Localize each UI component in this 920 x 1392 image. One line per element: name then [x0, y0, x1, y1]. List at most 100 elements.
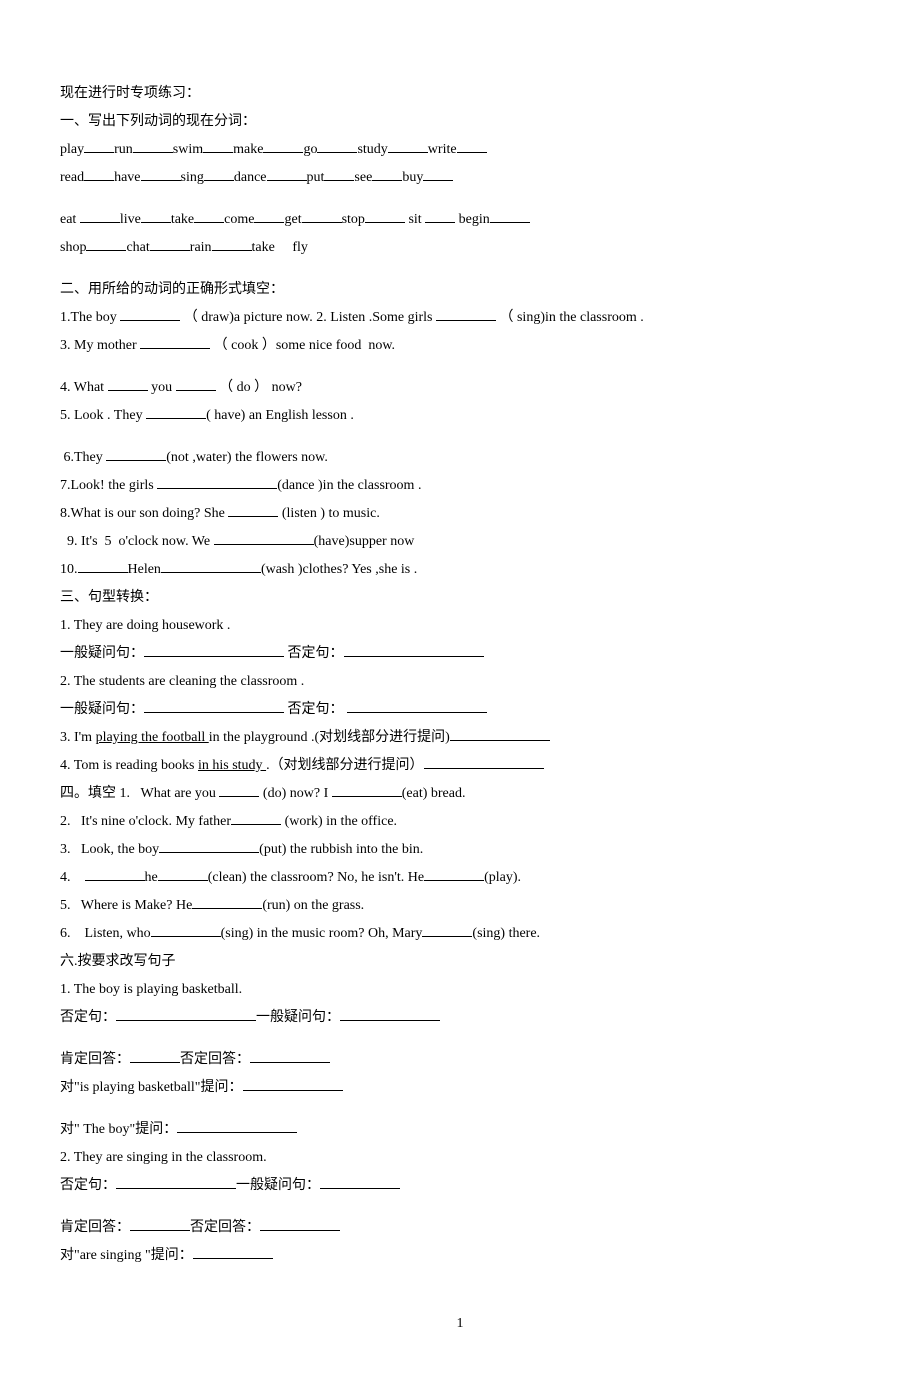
fill-blank[interactable]	[150, 237, 190, 251]
fill-blank[interactable]	[219, 783, 259, 797]
label-yiban: 一般疑问句：	[60, 646, 144, 661]
fill-blank[interactable]	[436, 307, 496, 321]
doc-title: 现在进行时专项练习：	[60, 80, 860, 108]
text: 4.	[60, 870, 85, 885]
fill-blank[interactable]	[158, 867, 208, 881]
q2-9: 9. It's 5 o'clock now. We (have)supper n…	[60, 528, 860, 556]
fill-blank[interactable]	[176, 377, 216, 391]
word: chat	[126, 240, 149, 255]
text: (not ,water) the flowers now.	[166, 450, 328, 465]
text: (dance )in the classroom .	[277, 478, 421, 493]
fill-blank[interactable]	[85, 867, 145, 881]
fill-blank[interactable]	[324, 167, 354, 181]
fill-blank[interactable]	[146, 405, 206, 419]
word: swim	[173, 142, 203, 157]
fill-blank[interactable]	[193, 1245, 273, 1259]
fill-blank[interactable]	[372, 167, 402, 181]
fill-blank[interactable]	[157, 475, 277, 489]
fill-blank[interactable]	[260, 1217, 340, 1231]
fill-blank[interactable]	[254, 209, 284, 223]
fill-blank[interactable]	[423, 167, 453, 181]
text: in the playground .(对划线部分进行提问)	[209, 730, 450, 745]
fill-blank[interactable]	[141, 167, 181, 181]
q6-1: 1. The boy is playing basketball.	[60, 976, 860, 1004]
fill-blank[interactable]	[424, 867, 484, 881]
word: run	[114, 142, 133, 157]
section1-row4: shopchatraintake fly	[60, 234, 860, 262]
fill-blank[interactable]	[317, 139, 357, 153]
fill-blank[interactable]	[159, 839, 259, 853]
word: begin	[455, 212, 490, 227]
text: (do) now? I	[259, 786, 331, 801]
fill-blank[interactable]	[424, 755, 544, 769]
fill-blank[interactable]	[144, 643, 284, 657]
fill-blank[interactable]	[243, 1077, 343, 1091]
section1-heading: 一、写出下列动词的现在分词：	[60, 108, 860, 136]
fill-blank[interactable]	[144, 699, 284, 713]
fill-blank[interactable]	[212, 237, 252, 251]
fill-blank[interactable]	[302, 209, 342, 223]
fill-blank[interactable]	[228, 503, 278, 517]
fill-blank[interactable]	[320, 1175, 400, 1189]
fill-blank[interactable]	[80, 209, 120, 223]
fill-blank[interactable]	[194, 209, 224, 223]
word: dance	[234, 170, 267, 185]
q2-3: 3. My mother （ cook ）some nice food now.	[60, 332, 860, 360]
q6-1-neg: 否定句：一般疑问句：	[60, 1004, 860, 1032]
text: 4. What	[60, 380, 108, 395]
word: write	[428, 142, 457, 157]
fill-blank[interactable]	[344, 643, 484, 657]
fill-blank[interactable]	[140, 335, 210, 349]
fill-blank[interactable]	[267, 167, 307, 181]
text: (run) on the grass.	[262, 898, 364, 913]
text: 6.They	[60, 450, 106, 465]
fill-blank[interactable]	[425, 209, 455, 223]
fill-blank[interactable]	[116, 1007, 256, 1021]
fill-blank[interactable]	[250, 1049, 330, 1063]
fill-blank[interactable]	[151, 923, 221, 937]
fill-blank[interactable]	[106, 447, 166, 461]
fill-blank[interactable]	[86, 237, 126, 251]
fill-blank[interactable]	[450, 727, 550, 741]
word: take	[171, 212, 194, 227]
fill-blank[interactable]	[204, 167, 234, 181]
section4-q1: 四。填空 1. What are you (do) now? I (eat) b…	[60, 780, 860, 808]
fill-blank[interactable]	[177, 1119, 297, 1133]
label-yiban: 一般疑问句：	[236, 1178, 320, 1193]
fill-blank[interactable]	[130, 1049, 180, 1063]
fill-blank[interactable]	[457, 139, 487, 153]
fill-blank[interactable]	[108, 377, 148, 391]
text: .（对划线部分进行提问）	[266, 758, 424, 773]
fill-blank[interactable]	[133, 139, 173, 153]
fill-blank[interactable]	[388, 139, 428, 153]
fill-blank[interactable]	[365, 209, 405, 223]
section2-heading: 二、用所给的动词的正确形式填空：	[60, 276, 860, 304]
fill-blank[interactable]	[141, 209, 171, 223]
q4-6: 6. Listen, who(sing) in the music room? …	[60, 920, 860, 948]
text: (put) the rubbish into the bin.	[259, 842, 423, 857]
fill-blank[interactable]	[231, 811, 281, 825]
fill-blank[interactable]	[214, 531, 314, 545]
fill-blank[interactable]	[347, 699, 487, 713]
fill-blank[interactable]	[203, 139, 233, 153]
fill-blank[interactable]	[332, 783, 402, 797]
fill-blank[interactable]	[192, 895, 262, 909]
fill-blank[interactable]	[340, 1007, 440, 1021]
fill-blank[interactable]	[130, 1217, 190, 1231]
fill-blank[interactable]	[78, 559, 128, 573]
fill-blank[interactable]	[490, 209, 530, 223]
label-kend: 肯定回答：	[60, 1052, 130, 1067]
fill-blank[interactable]	[263, 139, 303, 153]
text: 8.What is our son doing? She	[60, 506, 228, 521]
fill-blank[interactable]	[116, 1175, 236, 1189]
fill-blank[interactable]	[84, 167, 114, 181]
text: ( have) an English lesson .	[206, 408, 354, 423]
label-yiban: 一般疑问句：	[256, 1010, 340, 1025]
q3-2-answer: 一般疑问句： 否定句：	[60, 696, 860, 724]
fill-blank[interactable]	[84, 139, 114, 153]
fill-blank[interactable]	[422, 923, 472, 937]
section6-heading: 六.按要求改写句子	[60, 948, 860, 976]
text: 4. Tom is reading books	[60, 758, 198, 773]
fill-blank[interactable]	[161, 559, 261, 573]
fill-blank[interactable]	[120, 307, 180, 321]
